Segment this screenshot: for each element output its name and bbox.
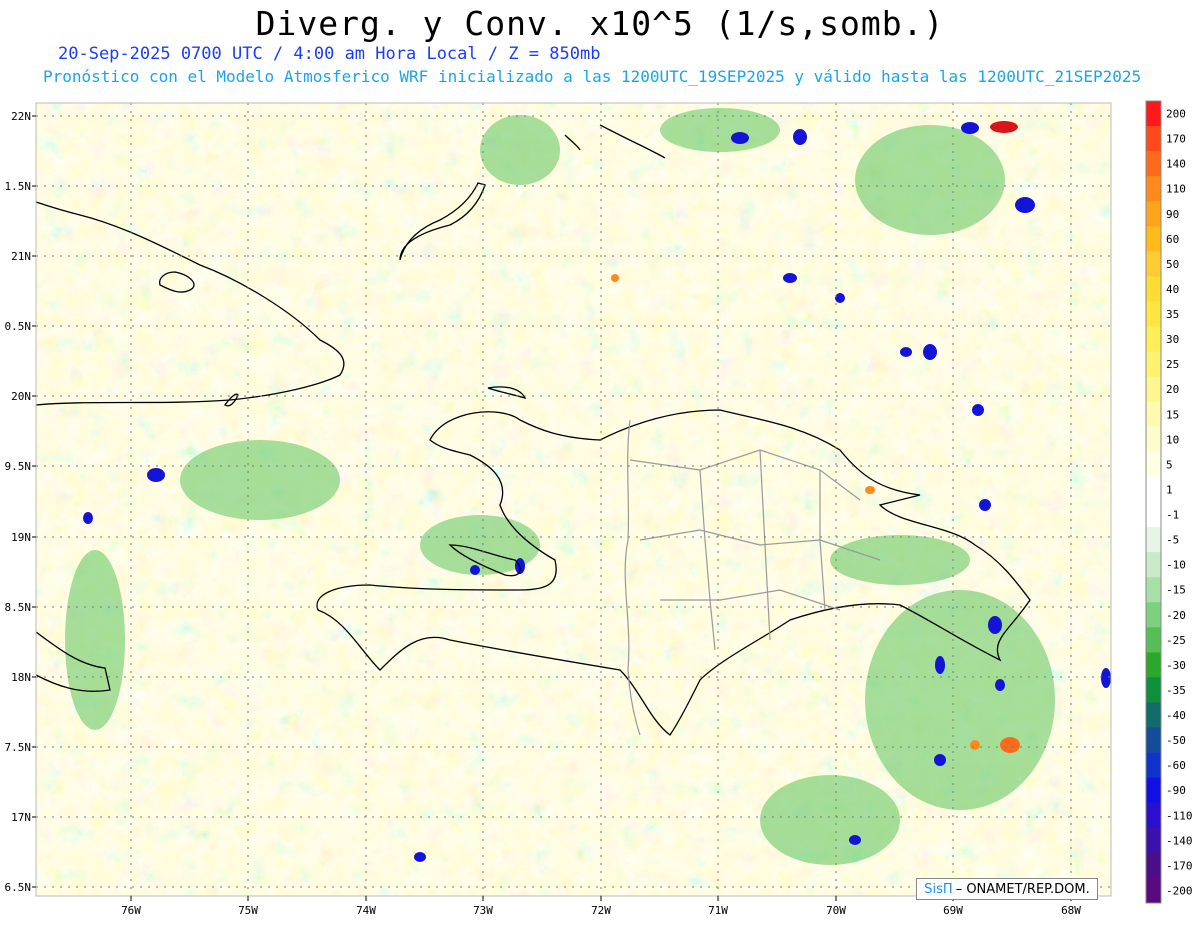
map-figure: 22N 1.5N 21N 0.5N 20N 9.5N 19N 8.5N 18N 7.5N 17N 6.… [5, 100, 1193, 917]
colorbar-swatch [1146, 502, 1161, 528]
colorbar-label: 40 [1166, 283, 1179, 296]
colorbar-swatch [1146, 777, 1161, 804]
credit-text: – ONAMET/REP.DOM. [955, 881, 1090, 897]
colorbar-swatch [1146, 351, 1161, 378]
colorbar-swatch [1146, 627, 1161, 653]
colorbar-label: -140 [1166, 834, 1193, 847]
latitude-label: 0.5N [5, 320, 32, 333]
colorbar: 200 170 140 110 90 60 50 40 35 30 25 20 15 10 5 1 -1 -5 -1… [1145, 100, 1193, 904]
colorbar-label: -15 [1166, 584, 1186, 597]
colorbar-label: -60 [1166, 759, 1186, 772]
colorbar-swatch [1146, 101, 1161, 127]
colorbar-label: -30 [1166, 659, 1186, 672]
colorbar-swatch [1146, 476, 1161, 503]
colorbar-label: 200 [1166, 108, 1186, 121]
colorbar-label: -170 [1166, 859, 1193, 872]
colorbar-swatch [1146, 602, 1161, 628]
colorbar-swatch [1146, 276, 1161, 302]
colorbar-label: 50 [1166, 258, 1179, 271]
latitude-label: 6.5N [5, 881, 32, 894]
colorbar-label: 15 [1166, 408, 1179, 421]
latitude-label: 18N [11, 671, 31, 684]
colorbar-swatch [1146, 827, 1161, 854]
colorbar-label: -10 [1166, 559, 1186, 572]
longitude-label: 72W [591, 904, 611, 917]
colorbar-swatch [1146, 326, 1161, 353]
latitude-label: 7.5N [5, 741, 32, 754]
colorbar-label: 35 [1166, 308, 1179, 321]
latitude-label: 17N [11, 811, 31, 824]
latitude-label: 19N [11, 531, 31, 544]
colorbar-swatch [1146, 376, 1161, 403]
colorbar-label: -40 [1166, 709, 1186, 722]
colorbar-label: -5 [1166, 534, 1179, 547]
colorbar-label: 10 [1166, 433, 1179, 446]
colorbar-label: 5 [1166, 458, 1173, 471]
colorbar-swatch [1146, 702, 1161, 729]
latitude-labels: 22N 1.5N 21N 0.5N 20N 9.5N 19N 8.5N 18N 7.5N 17N 6.… [5, 110, 36, 894]
colorbar-label: 1 [1166, 483, 1173, 496]
colorbar-label: -200 [1166, 884, 1193, 897]
colorbar-swatch [1146, 802, 1161, 829]
colorbar-label: -90 [1166, 784, 1186, 797]
brand-logo-text: SisΠ [924, 881, 953, 897]
colorbar-label: -110 [1166, 809, 1193, 822]
colorbar-swatch [1146, 727, 1161, 754]
colorbar-label: -35 [1166, 684, 1186, 697]
longitude-label: 76W [121, 904, 141, 917]
colorbar-swatch [1146, 251, 1161, 277]
colorbar-swatch [1146, 226, 1161, 252]
colorbar-swatch [1146, 852, 1161, 879]
colorbar-label: -20 [1166, 609, 1186, 622]
latitude-label: 8.5N [5, 601, 32, 614]
colorbar-swatch [1146, 176, 1161, 202]
credit-box: SisΠ – ONAMET/REP.DOM. [916, 878, 1098, 900]
colorbar-swatch [1146, 201, 1161, 227]
latitude-label: 9.5N [5, 460, 32, 473]
colorbar-swatch [1146, 401, 1161, 428]
colorbar-swatch [1146, 426, 1161, 453]
colorbar-label: -25 [1166, 634, 1186, 647]
colorbar-label: -1 [1166, 509, 1179, 522]
colorbar-label: 140 [1166, 158, 1186, 171]
colorbar-swatch [1146, 752, 1161, 779]
latitude-label: 22N [11, 110, 31, 123]
colorbar-label: 30 [1166, 333, 1179, 346]
longitude-label: 70W [826, 904, 846, 917]
colorbar-label: 25 [1166, 358, 1179, 371]
longitude-label: 75W [238, 904, 258, 917]
latitude-label: 21N [11, 250, 31, 263]
colorbar-label: 60 [1166, 233, 1179, 246]
colorbar-label: 90 [1166, 208, 1179, 221]
colorbar-swatch [1146, 301, 1161, 328]
colorbar-label: -50 [1166, 734, 1186, 747]
colorbar-swatch [1146, 151, 1161, 177]
colorbar-label: 170 [1166, 133, 1186, 146]
colorbar-swatch [1146, 577, 1161, 603]
colorbar-label: 110 [1166, 183, 1186, 196]
colorbar-swatch [1146, 652, 1161, 678]
latitude-label: 20N [11, 390, 31, 403]
colorbar-swatch [1146, 451, 1161, 478]
longitude-label: 68W [1061, 904, 1081, 917]
colorbar-swatch [1146, 877, 1161, 904]
colorbar-swatch [1146, 677, 1161, 703]
colorbar-swatch [1146, 527, 1161, 553]
colorbar-swatch [1146, 552, 1161, 578]
longitude-label: 71W [708, 904, 728, 917]
divergence-field [36, 103, 1111, 896]
longitude-label: 73W [473, 904, 493, 917]
longitude-label: 69W [943, 904, 963, 917]
longitude-label: 74W [356, 904, 376, 917]
colorbar-label: 20 [1166, 383, 1179, 396]
colorbar-swatch [1146, 126, 1161, 152]
latitude-label: 1.5N [5, 180, 32, 193]
